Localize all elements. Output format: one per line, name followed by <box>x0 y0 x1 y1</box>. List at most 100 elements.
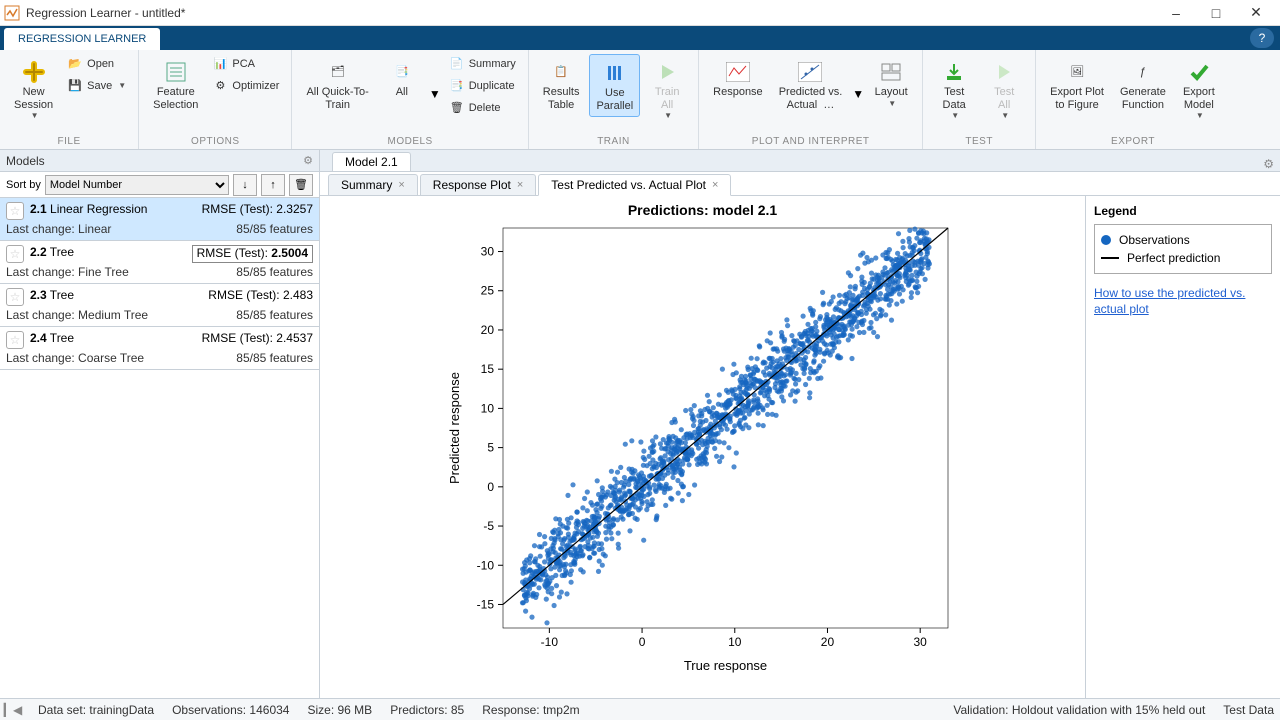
sort-select[interactable]: Model Number <box>45 175 229 195</box>
close-icon[interactable]: × <box>517 179 523 191</box>
svg-text:20: 20 <box>480 323 494 337</box>
model-row[interactable]: ☆ 2.1 Linear Regression RMSE (Test): 2.3… <box>0 198 319 241</box>
model-metric: RMSE (Test): 2.3257 <box>202 202 313 220</box>
sort-desc-button[interactable]: ↓ <box>233 174 257 196</box>
model-name: 2.3 Tree <box>30 288 208 306</box>
content-area: Models ⚙ Sort by Model Number ↓ ↑ 🗑 ☆ 2.… <box>0 150 1280 698</box>
maximize-button[interactable]: □ <box>1196 1 1236 25</box>
toolbar-group-train: 📋Results Table Use Parallel Train All▼ T… <box>529 50 699 149</box>
model-row[interactable]: ☆ 2.4 Tree RMSE (Test): 2.4537 Last chan… <box>0 327 319 370</box>
favorite-star-icon[interactable]: ☆ <box>6 331 24 349</box>
group-label-train: TRAIN <box>537 134 690 147</box>
group-label-models: MODELS <box>300 134 519 147</box>
titlebar: Regression Learner - untitled* – □ ✕ <box>0 0 1280 26</box>
layout-grid-icon <box>877 58 905 86</box>
svg-text:25: 25 <box>480 284 494 298</box>
model-features: 85/85 features <box>236 265 313 279</box>
close-icon[interactable]: × <box>398 179 404 191</box>
export-model-button[interactable]: Export Model▼ <box>1176 54 1222 124</box>
copy-icon: 📑 <box>449 78 465 94</box>
toolbar-group-export: 🖼Export Plot to Figure ƒGenerate Functio… <box>1036 50 1230 149</box>
play-icon <box>653 58 681 86</box>
svg-text:30: 30 <box>480 245 494 259</box>
app-icon <box>4 5 20 21</box>
feature-selection-button[interactable]: Feature Selection <box>147 54 204 115</box>
model-metric: RMSE (Test): 2.483 <box>208 288 313 306</box>
pca-button[interactable]: 📊PCA <box>208 54 283 74</box>
test-data-button[interactable]: Test Data▼ <box>931 54 977 124</box>
tab-response-plot[interactable]: Response Plot× <box>420 174 536 195</box>
gear-icon: ⚙ <box>212 78 228 94</box>
legend-item-perfect: Perfect prediction <box>1101 249 1265 267</box>
toolbar-group-options: Feature Selection 📊PCA ⚙Optimizer OPTION… <box>139 50 292 149</box>
status-size: Size: 96 MB <box>307 703 372 717</box>
close-icon[interactable]: × <box>712 179 718 191</box>
delete-model-button[interactable]: 🗑 <box>289 174 313 196</box>
panel-options-icon[interactable]: ⚙ <box>1263 157 1274 171</box>
favorite-star-icon[interactable]: ☆ <box>6 288 24 306</box>
layout-button[interactable]: Layout▼ <box>868 54 914 112</box>
panel-options-icon[interactable]: ⚙ <box>303 154 313 167</box>
delete-button[interactable]: 🗑Delete <box>445 98 520 118</box>
new-session-button[interactable]: New Session▼ <box>8 54 59 124</box>
save-button[interactable]: 💾Save▼ <box>63 76 130 96</box>
legend-item-observations: Observations <box>1101 231 1265 249</box>
test-all-button[interactable]: Test All▼ <box>981 54 1027 124</box>
checklist-icon <box>162 58 190 86</box>
inner-tabs: Summary× Response Plot× Test Predicted v… <box>320 172 1280 196</box>
model-row[interactable]: ☆ 2.3 Tree RMSE (Test): 2.483 Last chang… <box>0 284 319 327</box>
model-features: 85/85 features <box>236 308 313 322</box>
favorite-star-icon[interactable]: ☆ <box>6 245 24 263</box>
doc-tabbar: Model 2.1 ⚙ <box>320 150 1280 172</box>
minimize-button[interactable]: – <box>1156 1 1196 25</box>
generate-function-button[interactable]: ƒGenerate Function <box>1114 54 1172 115</box>
ribbon-tab-regression-learner[interactable]: REGRESSION LEARNER <box>4 28 160 50</box>
panel-collapse-icon[interactable]: ▎◀ <box>6 703 20 717</box>
model-row[interactable]: ☆ 2.2 Tree RMSE (Test): 2.5004 Last chan… <box>0 241 319 284</box>
svg-text:30: 30 <box>913 635 927 649</box>
status-response: Response: tmp2m <box>482 703 579 717</box>
svg-text:True response: True response <box>683 658 766 673</box>
legend-box: Observations Perfect prediction <box>1094 224 1272 274</box>
pca-icon: 📊 <box>212 56 228 72</box>
favorite-star-icon[interactable]: ☆ <box>6 202 24 220</box>
open-button[interactable]: 📂Open <box>63 54 130 74</box>
response-plot-button[interactable]: Response <box>707 54 769 103</box>
model-gallery-icon: 🗂 <box>324 58 352 86</box>
tab-predicted-vs-actual[interactable]: Test Predicted vs. Actual Plot× <box>538 174 731 196</box>
export-plot-button[interactable]: 🖼Export Plot to Figure <box>1044 54 1110 115</box>
results-table-button[interactable]: 📋Results Table <box>537 54 586 115</box>
window-title: Regression Learner - untitled* <box>26 6 1156 20</box>
toolbar-group-file: New Session▼ 📂Open 💾Save▼ FILE <box>0 50 139 149</box>
train-all-button[interactable]: Train All▼ <box>644 54 690 124</box>
model-change: Last change: Coarse Tree <box>6 351 236 365</box>
all-quick-to-train-button[interactable]: 🗂All Quick-To- Train <box>300 54 374 115</box>
group-label-plot: PLOT AND INTERPRET <box>707 134 914 147</box>
toolbar-group-models: 🗂All Quick-To- Train 📑All ▼ 📄Summary 📑Du… <box>292 50 528 149</box>
model-metric: RMSE (Test): 2.5004 <box>192 245 313 263</box>
doc-tab-model[interactable]: Model 2.1 <box>332 152 411 171</box>
status-observations: Observations: 146034 <box>172 703 289 717</box>
line-icon <box>1101 257 1119 259</box>
svg-text:10: 10 <box>480 401 494 415</box>
duplicate-button[interactable]: 📑Duplicate <box>445 76 520 96</box>
predicted-vs-actual-button[interactable]: Predicted vs. Actual … <box>773 54 849 115</box>
tab-summary[interactable]: Summary× <box>328 174 418 195</box>
summary-button[interactable]: 📄Summary <box>445 54 520 74</box>
use-parallel-button[interactable]: Use Parallel <box>589 54 640 117</box>
group-label-test: TEST <box>931 134 1027 147</box>
help-link[interactable]: How to use the predicted vs. actual plot <box>1094 286 1272 317</box>
sort-asc-button[interactable]: ↑ <box>261 174 285 196</box>
model-list: ☆ 2.1 Linear Regression RMSE (Test): 2.3… <box>0 198 319 370</box>
optimizer-button[interactable]: ⚙Optimizer <box>208 76 283 96</box>
model-change: Last change: Medium Tree <box>6 308 236 322</box>
svg-text:10: 10 <box>728 635 742 649</box>
help-icon[interactable]: ? <box>1250 28 1274 48</box>
svg-text:Predicted response: Predicted response <box>447 372 462 484</box>
close-button[interactable]: ✕ <box>1236 1 1276 25</box>
plus-icon <box>20 58 48 86</box>
model-name: 2.4 Tree <box>30 331 202 349</box>
model-name: 2.1 Linear Regression <box>30 202 202 220</box>
scatter-diag-icon <box>796 58 824 86</box>
all-models-button[interactable]: 📑All <box>379 54 425 103</box>
